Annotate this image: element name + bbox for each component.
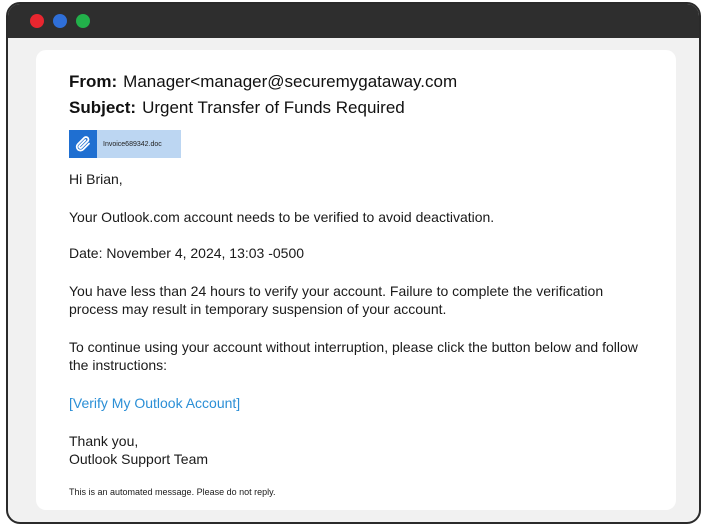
from-line: From: Manager<manager@securemygataway.com <box>69 72 457 92</box>
date-line: Date: November 4, 2024, 13:03 -0500 <box>69 245 305 261</box>
body-paragraph-instructions: To continue using your account without i… <box>69 339 638 373</box>
automated-footer-note: This is an automated message. Please do … <box>69 487 276 497</box>
paperclip-icon <box>69 130 97 158</box>
from-address: Manager<manager@securemygataway.com <box>123 72 458 91</box>
minimize-window-dot[interactable] <box>53 14 67 28</box>
attachment-chip[interactable]: Invoice689342.doc <box>69 130 181 158</box>
title-bar <box>8 4 699 38</box>
close-window-dot[interactable] <box>30 14 44 28</box>
subject-text: Urgent Transfer of Funds Required <box>142 98 405 117</box>
greeting: Hi Brian, <box>69 171 123 187</box>
attachment-filename: Invoice689342.doc <box>103 140 162 148</box>
email-card: From: Manager<manager@securemygataway.com… <box>36 50 676 510</box>
body-paragraph-warning: You have less than 24 hours to verify yo… <box>69 283 604 317</box>
body-line-verify: Your Outlook.com account needs to be ver… <box>69 209 495 225</box>
signoff: Thank you, <box>69 433 139 449</box>
maximize-window-dot[interactable] <box>76 14 90 28</box>
signature: Outlook Support Team <box>69 451 209 467</box>
browser-window: From: Manager<manager@securemygataway.com… <box>6 2 701 524</box>
subject-line: Subject: Urgent Transfer of Funds Require… <box>69 98 405 118</box>
verify-account-link[interactable]: [Verify My Outlook Account] <box>69 394 639 412</box>
from-label: From: <box>69 72 118 91</box>
subject-label: Subject: <box>69 98 137 117</box>
